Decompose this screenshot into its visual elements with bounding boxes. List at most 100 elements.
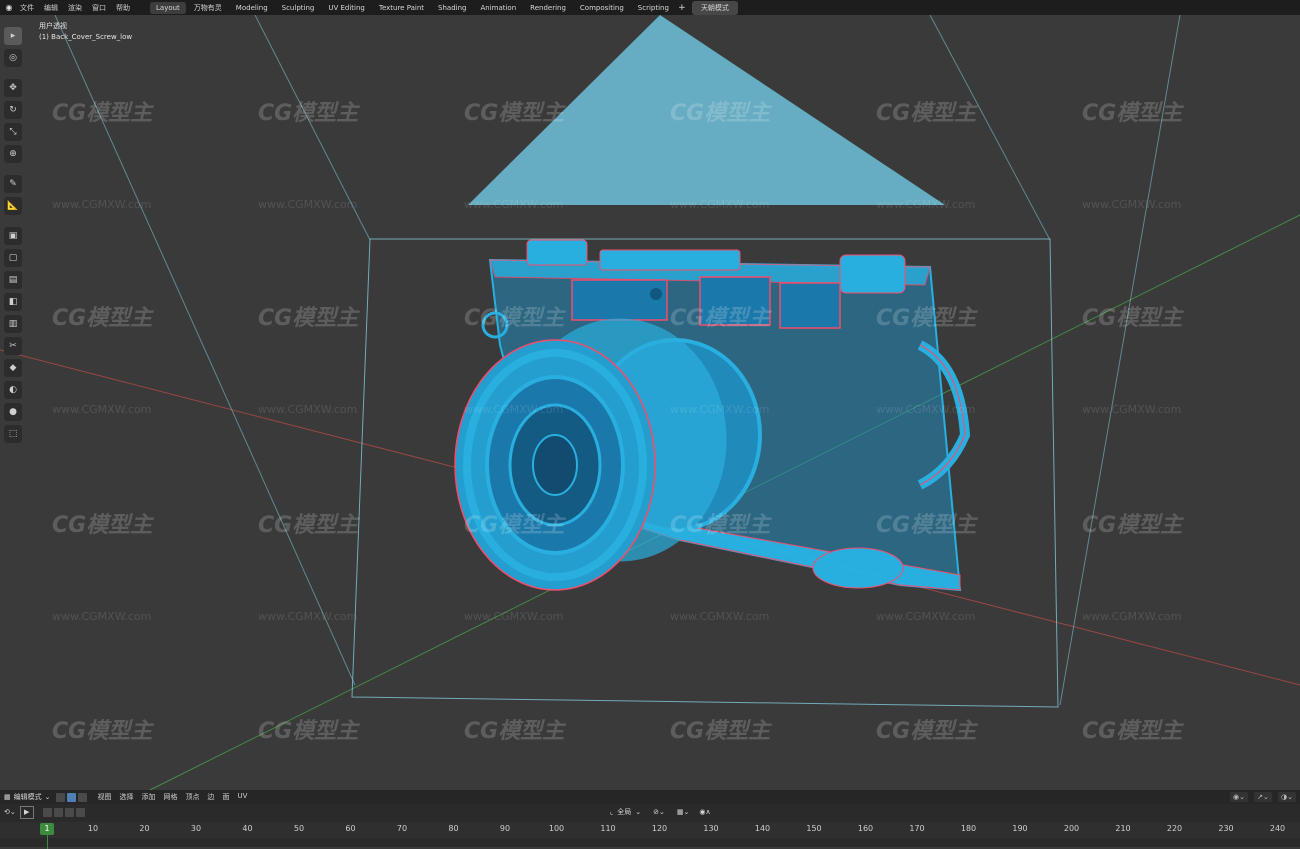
- scale-tool-icon[interactable]: ⤡: [4, 123, 22, 141]
- viewport-info: 用户透视 (1) Back_Cover_Screw_low: [39, 21, 132, 43]
- bevel-tool-icon[interactable]: ◧: [4, 293, 22, 311]
- proportional-icon[interactable]: ▦⌄: [677, 808, 689, 816]
- extrude-tool-icon[interactable]: ▢: [4, 249, 22, 267]
- workspace-tab[interactable]: 万物有灵: [188, 1, 228, 15]
- mode-selector[interactable]: ▦ 编辑模式 ⌄: [0, 792, 55, 802]
- header-menu-item[interactable]: 面: [219, 792, 234, 802]
- watermark-url: www.CGMXW.com: [1082, 198, 1182, 211]
- menu-item[interactable]: 帮助: [111, 3, 135, 13]
- timeline-menu-icon[interactable]: ⟲⌄: [4, 808, 16, 816]
- watermark-logo: CG模型主: [670, 306, 771, 331]
- menu-item[interactable]: 窗口: [87, 3, 111, 13]
- watermark-logo: CG模型主: [876, 719, 977, 744]
- watermark-logo: CG模型主: [464, 101, 565, 126]
- mode-button[interactable]: 天朝模式: [691, 0, 738, 15]
- workspace-tab[interactable]: Texture Paint: [373, 2, 430, 14]
- frame-tick-label: 230: [1218, 824, 1234, 833]
- workspace-tab[interactable]: UV Editing: [322, 2, 371, 14]
- workspace-tab[interactable]: Sculpting: [276, 2, 321, 14]
- watermark-url: www.CGMXW.com: [52, 610, 152, 623]
- frame-ruler[interactable]: 1 10 20 30 40 50 60 70 80 90 100 110 120 130 140 150 16…: [0, 822, 1300, 849]
- watermark-logo: CG模型主: [464, 306, 565, 331]
- snap-icon[interactable]: ⊘⌄: [653, 808, 665, 816]
- add-cube-tool-icon[interactable]: ▣: [4, 227, 22, 245]
- pivot-label[interactable]: 全局: [617, 807, 631, 817]
- rotate-tool-icon[interactable]: ↻: [4, 101, 22, 119]
- menu-item[interactable]: 编辑: [39, 3, 63, 13]
- watermark-url: www.CGMXW.com: [670, 610, 770, 623]
- workspace-tab[interactable]: Shading: [432, 2, 472, 14]
- frame-tick-label: 50: [293, 824, 305, 833]
- inset-tool-icon[interactable]: ▤: [4, 271, 22, 289]
- header-menu-item[interactable]: 添加: [138, 792, 160, 802]
- visibility-icon[interactable]: ◉⌄: [1230, 792, 1248, 802]
- annotate-tool-icon[interactable]: ✎: [4, 175, 22, 193]
- header-menu-item[interactable]: UV: [234, 792, 252, 802]
- knife-tool-icon[interactable]: ✂: [4, 337, 22, 355]
- header-menu-item[interactable]: 选择: [116, 792, 138, 802]
- face-select-button[interactable]: [77, 792, 87, 802]
- transform-tool-icon[interactable]: ⊕: [4, 145, 22, 163]
- pivot-icon[interactable]: ⌞: [610, 808, 613, 816]
- poly-build-tool-icon[interactable]: ◆: [4, 359, 22, 377]
- watermark-url: www.CGMXW.com: [464, 403, 564, 416]
- add-workspace-button[interactable]: +: [676, 3, 688, 13]
- header-menu-item[interactable]: 视图: [94, 792, 116, 802]
- frame-tick-label: 150: [806, 824, 822, 833]
- move-tool-icon[interactable]: ✥: [4, 79, 22, 97]
- edge-select-button[interactable]: [66, 792, 76, 802]
- chevron-down-icon: ⌄: [44, 793, 51, 801]
- watermark-logo: CG模型主: [1082, 719, 1183, 744]
- vertex-select-button[interactable]: [55, 792, 65, 802]
- play-icon[interactable]: ▶: [19, 805, 34, 819]
- keyframe-button-3[interactable]: [64, 807, 74, 817]
- header-menu-item[interactable]: 边: [204, 792, 219, 802]
- menu-item[interactable]: 渲染: [63, 3, 87, 13]
- watermark-url: www.CGMXW.com: [1082, 610, 1182, 623]
- frame-tick-label: 170: [909, 824, 925, 833]
- measure-tool-icon[interactable]: 📐: [4, 197, 22, 215]
- watermark-logo: CG模型主: [670, 719, 771, 744]
- workspace-tab[interactable]: Compositing: [574, 2, 630, 14]
- header-menu-item[interactable]: 顶点: [182, 792, 204, 802]
- workspace-tab[interactable]: Modeling: [230, 2, 274, 14]
- frame-tick-label: 120: [651, 824, 668, 833]
- watermark-url: www.CGMXW.com: [670, 198, 770, 211]
- frame-tick-label: 130: [703, 824, 719, 833]
- select-box-tool-icon[interactable]: ▸: [4, 27, 22, 45]
- workspace-tab[interactable]: Scripting: [632, 2, 675, 14]
- watermark-logo: CG模型主: [258, 306, 359, 331]
- workspace-tab[interactable]: Rendering: [524, 2, 572, 14]
- keyframe-button-1[interactable]: [42, 807, 52, 817]
- falloff-icon[interactable]: ◉∧: [699, 808, 710, 816]
- header-menu-item[interactable]: 网格: [160, 792, 182, 802]
- shrink-fatten-tool-icon[interactable]: ⬚: [4, 425, 22, 443]
- blender-logo-icon[interactable]: ◉: [3, 2, 15, 14]
- overlay-icon[interactable]: ◑⌄: [1278, 792, 1296, 802]
- frame-tick-label: 190: [1012, 824, 1028, 833]
- workspace-tab[interactable]: Layout: [150, 1, 186, 14]
- keyframe-button-2[interactable]: [53, 807, 63, 817]
- top-bar: ◉ 文件 编辑 渲染 窗口 帮助 Layout 万物有灵 Modeling Sculpting…: [0, 0, 1300, 15]
- mode-label: 编辑模式: [13, 793, 42, 801]
- frame-tick-label: 110: [600, 824, 616, 833]
- spin-tool-icon[interactable]: ◐: [4, 381, 22, 399]
- cursor-tool-icon[interactable]: ◎: [4, 49, 22, 67]
- watermark-url: www.CGMXW.com: [464, 198, 564, 211]
- watermark-logo: CG模型主: [1082, 101, 1183, 126]
- frame-tick-label: 40: [242, 824, 253, 833]
- watermark-logo: CG模型主: [464, 513, 565, 538]
- tool-shelf: ▸ ◎ ✥ ↻ ⤡ ⊕ ✎ 📐 ▣ ▢ ▤ ◧ ▥ ✂ ◆ ◐ ● ⬚: [4, 23, 26, 447]
- current-frame-indicator[interactable]: 1: [40, 823, 54, 835]
- gizmo-icon[interactable]: ↗⌄: [1254, 792, 1272, 802]
- watermark-url: www.CGMXW.com: [258, 403, 358, 416]
- workspace-tab[interactable]: Animation: [474, 2, 522, 14]
- menu-item[interactable]: 文件: [15, 3, 39, 13]
- loop-cut-tool-icon[interactable]: ▥: [4, 315, 22, 333]
- active-object-label: (1) Back_Cover_Screw_low: [39, 33, 133, 41]
- keyframe-button-4[interactable]: [75, 807, 85, 817]
- 3d-viewport[interactable]: CG模型主 www.CGMXW.com CG模型主 www.CGMXW.com CG模型…: [0, 15, 1300, 790]
- smooth-tool-icon[interactable]: ●: [4, 403, 22, 421]
- watermark-logo: CG模型主: [1082, 306, 1183, 331]
- watermark-logo: CG模型主: [258, 101, 359, 126]
